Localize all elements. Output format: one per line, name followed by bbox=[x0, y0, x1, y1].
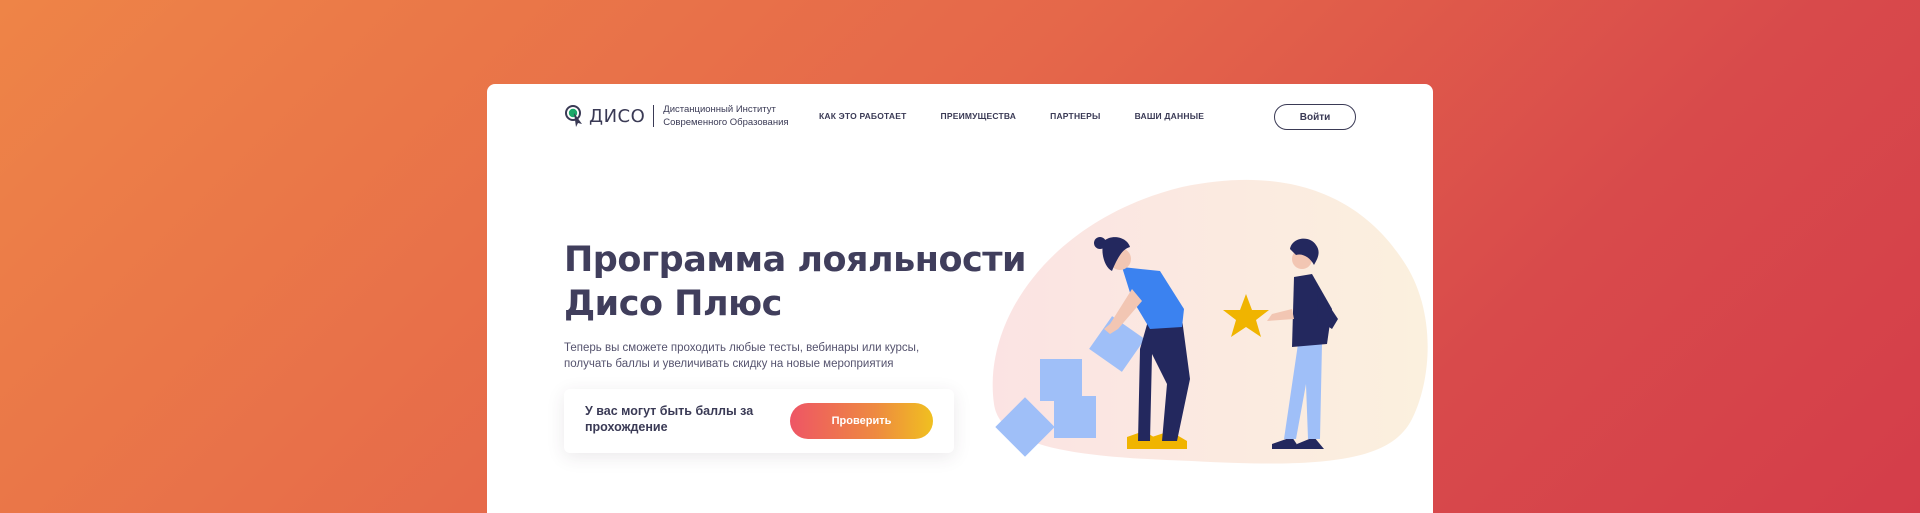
main-nav: КАК ЭТО РАБОТАЕТ ПРЕИМУЩЕСТВА ПАРТНЕРЫ В… bbox=[819, 100, 1238, 132]
nav-how-it-works[interactable]: КАК ЭТО РАБОТАЕТ bbox=[819, 111, 907, 121]
logo-description: Дистанционный Институт Современного Обра… bbox=[663, 103, 788, 129]
main-card: ДИСО Дистанционный Институт Современного… bbox=[487, 84, 1433, 513]
hero-title: Программа лояльности Дисо Плюс bbox=[564, 238, 1064, 326]
hero-subtitle: Теперь вы сможете проходить любые тесты,… bbox=[564, 340, 944, 372]
logo[interactable]: ДИСО Дистанционный Институт Современного… bbox=[564, 100, 789, 132]
points-check-box: У вас могут быть баллы за прохождение Пр… bbox=[564, 389, 954, 453]
nav-your-data[interactable]: ВАШИ ДАННЫЕ bbox=[1135, 111, 1205, 121]
logo-pin-icon bbox=[565, 105, 582, 127]
hero-subtitle-line2: получать баллы и увеличивать скидку на н… bbox=[564, 358, 894, 370]
logo-desc-line1: Дистанционный Институт bbox=[663, 104, 776, 115]
nav-advantages[interactable]: ПРЕИМУЩЕСТВА bbox=[941, 111, 1017, 121]
nav-partners[interactable]: ПАРТНЕРЫ bbox=[1050, 111, 1100, 121]
logo-name: ДИСО bbox=[589, 105, 646, 127]
points-check-text: У вас могут быть баллы за прохождение bbox=[585, 404, 754, 434]
site-header: ДИСО Дистанционный Институт Современного… bbox=[564, 100, 1356, 132]
check-button[interactable]: Проверить bbox=[790, 403, 933, 439]
hero-title-line2: Дисо Плюс bbox=[564, 284, 782, 324]
login-button[interactable]: Войти bbox=[1274, 104, 1356, 130]
hero-title-line1: Программа лояльности bbox=[564, 240, 1027, 280]
hero-illustration bbox=[992, 179, 1428, 464]
logo-desc-line2: Современного Образования bbox=[663, 117, 789, 128]
logo-divider bbox=[653, 105, 655, 127]
hero-subtitle-line1: Теперь вы сможете проходить любые тесты,… bbox=[564, 342, 920, 354]
